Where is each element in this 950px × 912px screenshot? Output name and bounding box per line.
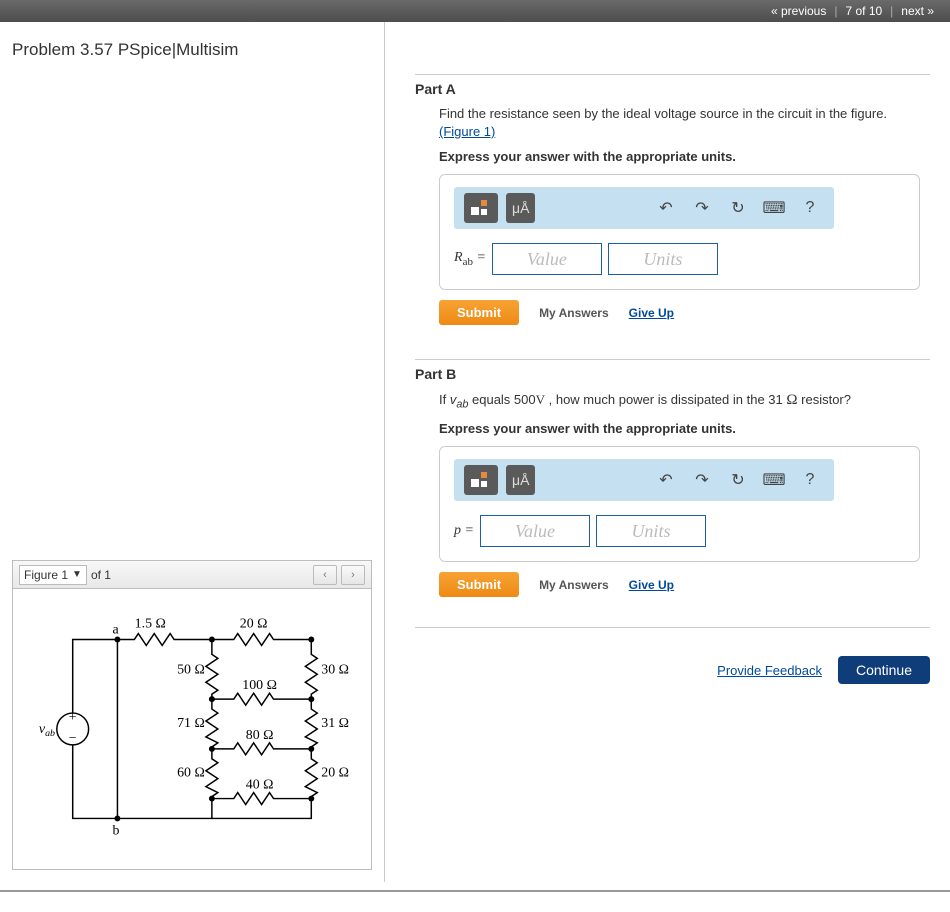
- svg-text:b: b: [112, 823, 119, 838]
- units-button[interactable]: μÅ: [506, 465, 535, 495]
- value-input[interactable]: [480, 515, 590, 547]
- keyboard-icon[interactable]: ⌨: [760, 466, 788, 494]
- top-nav-bar: « previous | 7 of 10 | next »: [0, 0, 950, 22]
- figure-selector-label: Figure 1: [24, 568, 68, 582]
- svg-text:20 Ω: 20 Ω: [321, 766, 349, 781]
- bottom-border: [0, 890, 950, 892]
- footer-row: Provide Feedback Continue: [415, 656, 930, 684]
- svg-text:60 Ω: 60 Ω: [177, 766, 205, 781]
- prev-link[interactable]: « previous: [765, 4, 832, 18]
- give-up-link[interactable]: Give Up: [629, 306, 674, 320]
- chevron-down-icon: ▼: [72, 569, 82, 580]
- part-a-label: Part A: [415, 74, 930, 97]
- part-a-answer-row: Rab =: [454, 243, 905, 275]
- units-button[interactable]: μÅ: [506, 193, 535, 223]
- part-b-answer-row: p =: [454, 515, 905, 547]
- my-answers-label: My Answers: [539, 306, 609, 320]
- svg-text:−: −: [69, 731, 77, 746]
- units-input[interactable]: [596, 515, 706, 547]
- part-a-submit-row: Submit My Answers Give Up: [439, 300, 920, 325]
- svg-text:a: a: [112, 623, 118, 638]
- submit-button[interactable]: Submit: [439, 572, 519, 597]
- circuit-diagram: .w { stroke:#000; stroke-width:1.5; fill…: [23, 599, 361, 849]
- give-up-link[interactable]: Give Up: [629, 578, 674, 592]
- reset-icon[interactable]: ↻: [724, 466, 752, 494]
- reset-icon[interactable]: ↻: [724, 194, 752, 222]
- figure-of-text: of 1: [91, 568, 111, 582]
- keyboard-icon[interactable]: ⌨: [760, 194, 788, 222]
- part-b-submit-row: Submit My Answers Give Up: [439, 572, 920, 597]
- part-b: Part B If vab equals 500V , how much pow…: [415, 359, 930, 597]
- svg-text:31 Ω: 31 Ω: [321, 716, 349, 731]
- nav-separator: |: [832, 4, 839, 18]
- submit-button[interactable]: Submit: [439, 300, 519, 325]
- part-a-answer-box: μÅ ↶ ↷ ↻ ⌨ ? Rab =: [439, 174, 920, 290]
- part-a: Part A Find the resistance seen by the i…: [415, 74, 930, 325]
- continue-button[interactable]: Continue: [838, 656, 930, 684]
- svg-text:30 Ω: 30 Ω: [321, 662, 349, 677]
- redo-icon[interactable]: ↷: [688, 194, 716, 222]
- part-b-answer-box: μÅ ↶ ↷ ↻ ⌨ ? p =: [439, 446, 920, 562]
- figure-next-button[interactable]: ›: [341, 565, 365, 585]
- svg-text:50 Ω: 50 Ω: [177, 662, 205, 677]
- units-input[interactable]: [608, 243, 718, 275]
- part-b-variable: p =: [454, 523, 474, 539]
- answer-toolbar: μÅ ↶ ↷ ↻ ⌨ ?: [454, 459, 834, 501]
- my-answers-label: My Answers: [539, 578, 609, 592]
- right-column: Part A Find the resistance seen by the i…: [385, 22, 950, 882]
- figure-1-link[interactable]: (Figure 1): [439, 124, 495, 139]
- answer-toolbar: μÅ ↶ ↷ ↻ ⌨ ?: [454, 187, 834, 229]
- figure-prev-button[interactable]: ‹: [313, 565, 337, 585]
- figure-selector[interactable]: Figure 1 ▼: [19, 565, 87, 585]
- part-a-express: Express your answer with the appropriate…: [439, 149, 920, 164]
- page-counter: 7 of 10: [839, 4, 888, 18]
- template-button[interactable]: [464, 193, 498, 223]
- nav-separator: |: [888, 4, 895, 18]
- divider: [415, 627, 930, 628]
- svg-text:40 Ω: 40 Ω: [246, 778, 274, 793]
- part-b-label: Part B: [415, 359, 930, 382]
- svg-text:71 Ω: 71 Ω: [177, 716, 205, 731]
- figure-body: .w { stroke:#000; stroke-width:1.5; fill…: [13, 589, 371, 869]
- figure-header: Figure 1 ▼ of 1 ‹ ›: [13, 561, 371, 589]
- figure-panel: Figure 1 ▼ of 1 ‹ › .w { stroke:#000; st…: [12, 560, 372, 870]
- svg-text:vab: vab: [39, 722, 55, 739]
- svg-text:1.5 Ω: 1.5 Ω: [135, 617, 166, 632]
- problem-title: Problem 3.57 PSpice|Multisim: [12, 40, 372, 60]
- value-input[interactable]: [492, 243, 602, 275]
- part-b-instruction: If vab equals 500V , how much power is d…: [439, 390, 920, 413]
- redo-icon[interactable]: ↷: [688, 466, 716, 494]
- help-icon[interactable]: ?: [796, 466, 824, 494]
- template-button[interactable]: [464, 465, 498, 495]
- next-link[interactable]: next »: [895, 4, 940, 18]
- main-content: Problem 3.57 PSpice|Multisim Figure 1 ▼ …: [0, 22, 950, 882]
- svg-text:100 Ω: 100 Ω: [242, 678, 277, 693]
- part-b-express: Express your answer with the appropriate…: [439, 421, 920, 436]
- undo-icon[interactable]: ↶: [652, 194, 680, 222]
- svg-text:80 Ω: 80 Ω: [246, 728, 274, 743]
- help-icon[interactable]: ?: [796, 194, 824, 222]
- left-column: Problem 3.57 PSpice|Multisim Figure 1 ▼ …: [0, 22, 385, 882]
- part-a-instruction: Find the resistance seen by the ideal vo…: [439, 105, 920, 141]
- provide-feedback-link[interactable]: Provide Feedback: [717, 663, 822, 678]
- undo-icon[interactable]: ↶: [652, 466, 680, 494]
- part-a-variable: Rab =: [454, 250, 486, 268]
- svg-text:20 Ω: 20 Ω: [240, 617, 268, 632]
